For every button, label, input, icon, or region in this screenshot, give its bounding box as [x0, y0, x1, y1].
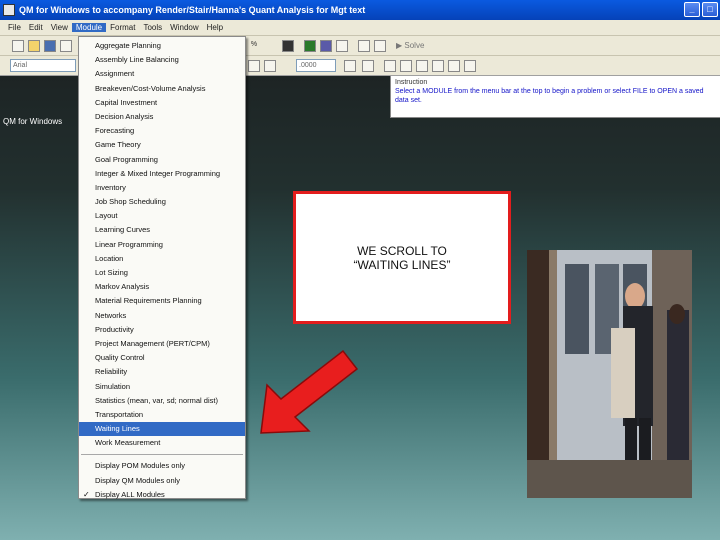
- grid-icon[interactable]: [400, 60, 412, 72]
- table-icon[interactable]: [304, 40, 316, 52]
- solve-label: Solve: [404, 41, 425, 50]
- zoom-percent-icon[interactable]: %: [248, 40, 260, 52]
- menu-module[interactable]: Module: [71, 23, 107, 32]
- app-icon: [3, 4, 15, 16]
- fraction-icon[interactable]: [362, 60, 374, 72]
- instruction-header: Instruction: [395, 79, 428, 86]
- menu-item-work-measurement[interactable]: Work Measurement: [79, 436, 245, 450]
- font-color-icon[interactable]: [432, 60, 444, 72]
- menu-item-forecasting[interactable]: Forecasting: [79, 124, 245, 138]
- callout-line-2: “WAITING LINES”: [353, 257, 451, 272]
- title-bar: QM for Windows to accompany Render/Stair…: [0, 0, 720, 20]
- number-format-combo[interactable]: .0000: [296, 59, 336, 72]
- menu-item-location[interactable]: Location: [79, 252, 245, 266]
- signal-icon[interactable]: [336, 40, 348, 52]
- menu-file[interactable]: File: [4, 23, 25, 32]
- menu-item-aggregate-planning[interactable]: Aggregate Planning: [79, 39, 245, 53]
- menu-item-waiting-lines[interactable]: Waiting Lines: [79, 422, 245, 437]
- window-title: QM for Windows to accompany Render/Stair…: [19, 5, 366, 15]
- fill-color-icon[interactable]: [416, 60, 428, 72]
- menu-bar: File Edit View Module Format Tools Windo…: [0, 20, 720, 36]
- menu-item-networks[interactable]: Networks: [79, 309, 245, 323]
- menu-option-pom-only[interactable]: Display POM Modules only: [79, 459, 245, 473]
- commuter-photo: [527, 250, 692, 498]
- menu-item-project-management[interactable]: Project Management (PERT/CPM): [79, 337, 245, 351]
- print-icon[interactable]: [60, 40, 72, 52]
- menu-item-learning-curves[interactable]: Learning Curves: [79, 223, 245, 237]
- menu-item-layout[interactable]: Layout: [79, 209, 245, 223]
- border-icon[interactable]: [448, 60, 460, 72]
- menu-item-goal-programming[interactable]: Goal Programming: [79, 153, 245, 167]
- menu-tools[interactable]: Tools: [139, 23, 166, 32]
- monitor-icon[interactable]: [282, 40, 294, 52]
- menu-separator: [81, 454, 243, 456]
- menu-item-breakeven[interactable]: Breakeven/Cost-Volume Analysis: [79, 82, 245, 96]
- menu-item-lot-sizing[interactable]: Lot Sizing: [79, 266, 245, 280]
- menu-option-qm-only[interactable]: Display QM Modules only: [79, 474, 245, 488]
- menu-item-simulation[interactable]: Simulation: [79, 380, 245, 394]
- decimal-icon[interactable]: [344, 60, 356, 72]
- menu-item-assignment[interactable]: Assignment: [79, 67, 245, 81]
- menu-format[interactable]: Format: [106, 23, 139, 32]
- comma-icon[interactable]: [384, 60, 396, 72]
- menu-edit[interactable]: Edit: [25, 23, 47, 32]
- commuter-illustration: [527, 250, 692, 498]
- menu-item-decision-analysis[interactable]: Decision Analysis: [79, 110, 245, 124]
- menu-view[interactable]: View: [47, 23, 72, 32]
- menu-item-job-shop-scheduling[interactable]: Job Shop Scheduling: [79, 195, 245, 209]
- instruction-text: Select a MODULE from the menu bar at the…: [395, 88, 704, 104]
- menu-option-all-label: Display ALL Modules: [95, 489, 165, 499]
- callout-line-1: WE SCROLL TO: [357, 243, 447, 258]
- menu-item-mrp[interactable]: Material Requirements Planning: [79, 294, 245, 308]
- red-arrow-icon: [260, 349, 359, 434]
- save-icon[interactable]: [44, 40, 56, 52]
- menu-item-inventory[interactable]: Inventory: [79, 181, 245, 195]
- check-icon[interactable]: [374, 40, 386, 52]
- menu-item-statistics[interactable]: Statistics (mean, var, sd; normal dist): [79, 394, 245, 408]
- menu-window[interactable]: Window: [166, 23, 202, 32]
- annotation-callout: WE SCROLL TO “WAITING LINES”: [293, 191, 511, 324]
- menu-item-game-theory[interactable]: Game Theory: [79, 138, 245, 152]
- instruction-panel: Instruction Select a MODULE from the men…: [390, 76, 720, 118]
- align-right-icon[interactable]: [264, 60, 276, 72]
- menu-help[interactable]: Help: [203, 23, 227, 32]
- menu-item-transportation[interactable]: Transportation: [79, 408, 245, 422]
- menu-option-all-modules[interactable]: ✓ Display ALL Modules: [79, 488, 245, 502]
- help-pointer-icon[interactable]: [358, 40, 370, 52]
- menu-item-markov-analysis[interactable]: Markov Analysis: [79, 280, 245, 294]
- solve-button[interactable]: ▶ Solve: [396, 41, 424, 50]
- menu-item-capital-investment[interactable]: Capital Investment: [79, 96, 245, 110]
- menu-item-quality-control[interactable]: Quality Control: [79, 351, 245, 365]
- menu-item-reliability[interactable]: Reliability: [79, 365, 245, 379]
- font-combo[interactable]: Arial: [10, 59, 76, 72]
- workspace-label: QM for Windows: [3, 117, 63, 126]
- borders-icon[interactable]: [464, 60, 476, 72]
- menu-item-integer-programming[interactable]: Integer & Mixed Integer Programming: [79, 167, 245, 181]
- chart-icon[interactable]: [320, 40, 332, 52]
- menu-item-assembly-line-balancing[interactable]: Assembly Line Balancing: [79, 53, 245, 67]
- menu-item-productivity[interactable]: Productivity: [79, 323, 245, 337]
- menu-item-linear-programming[interactable]: Linear Programming: [79, 238, 245, 252]
- open-folder-icon[interactable]: [28, 40, 40, 52]
- minimize-button[interactable]: _: [684, 2, 700, 17]
- new-file-icon[interactable]: [12, 40, 24, 52]
- maximize-button[interactable]: □: [702, 2, 718, 17]
- align-center-icon[interactable]: [248, 60, 260, 72]
- module-menu: Aggregate Planning Assembly Line Balanci…: [78, 36, 246, 499]
- arrow-shape: [260, 349, 359, 434]
- checkmark-icon: ✓: [83, 489, 90, 499]
